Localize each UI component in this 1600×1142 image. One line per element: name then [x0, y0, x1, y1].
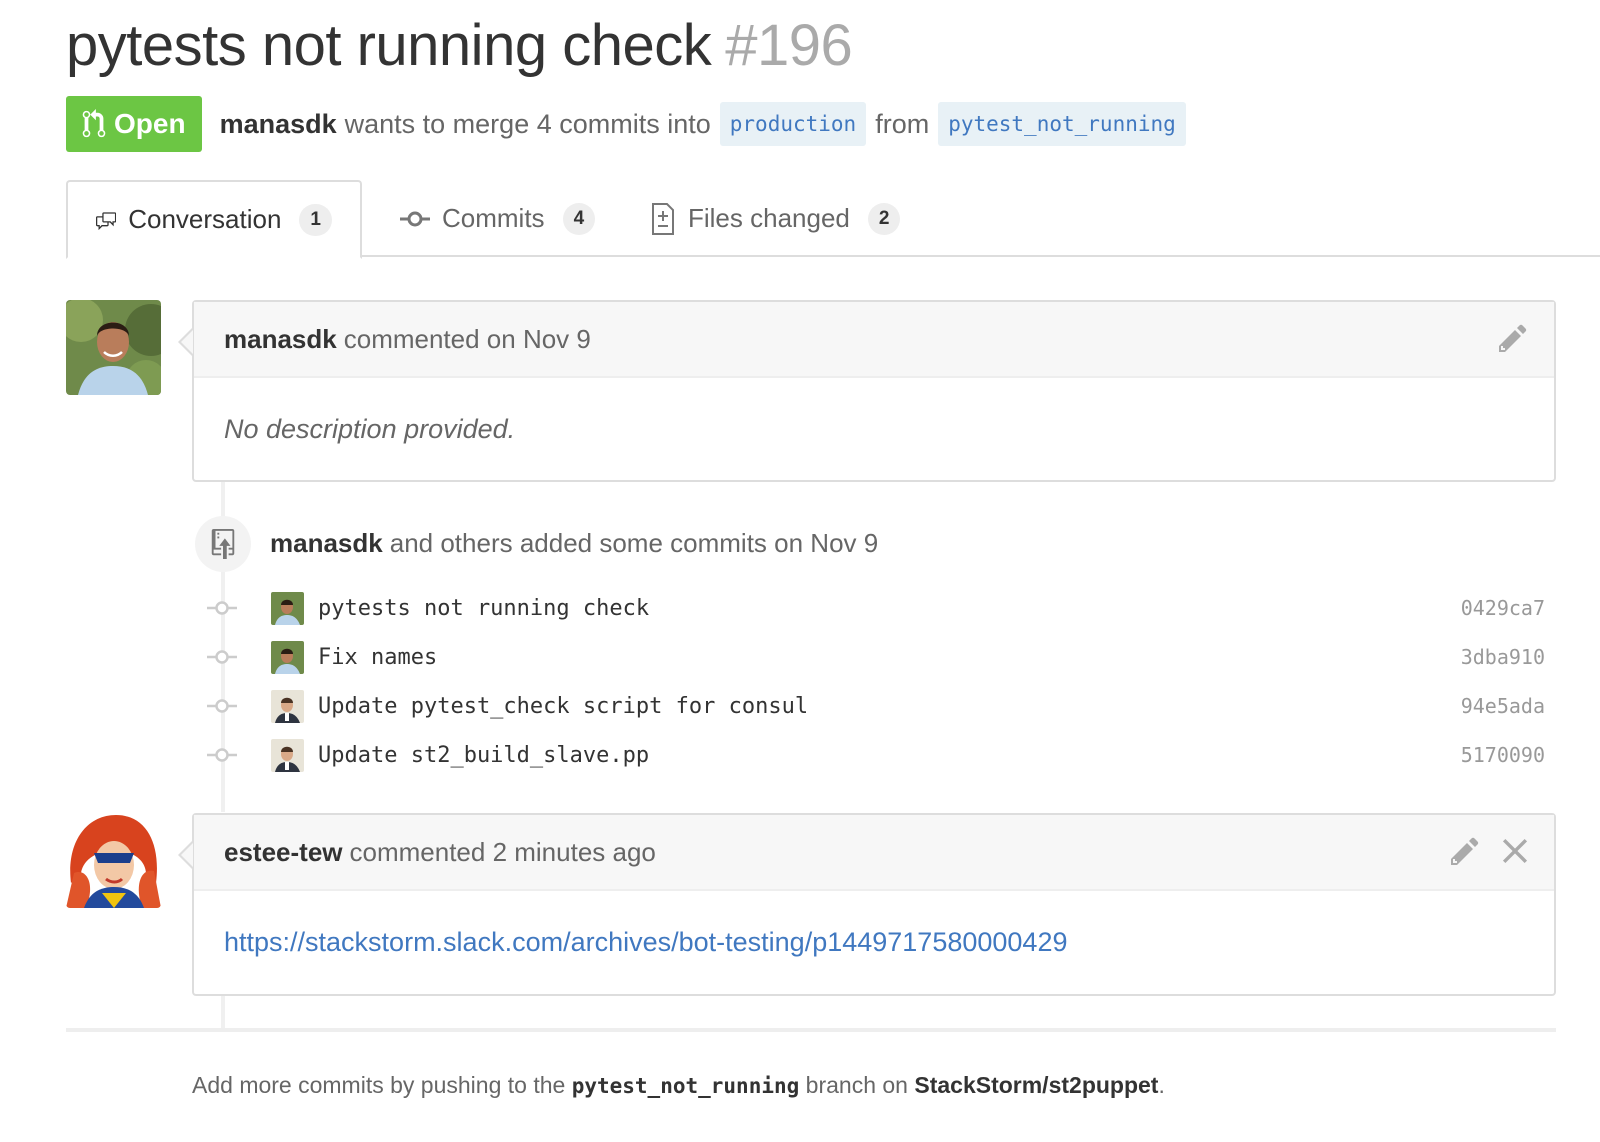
- footer-pre: Add more commits by pushing to the: [192, 1072, 566, 1098]
- comment-2-action[interactable]: commented 2 minutes ago: [350, 837, 656, 868]
- pr-author-link[interactable]: manasdk: [220, 109, 337, 140]
- pr-tabs: Conversation 1 Commits 4 Files changed 2: [66, 180, 1600, 259]
- head-branch[interactable]: pytest_not_running: [938, 102, 1186, 146]
- tab-files-label: Files changed: [688, 203, 850, 233]
- slack-archive-link[interactable]: https://stackstorm.slack.com/archives/bo…: [224, 927, 1067, 958]
- state-label: Open: [114, 108, 186, 139]
- timeline-line-bottom: [221, 996, 225, 1028]
- comment-arrow: [178, 841, 193, 869]
- commit-author-avatar[interactable]: [271, 738, 304, 772]
- commit-message[interactable]: Update st2_build_slave.pp: [318, 743, 649, 768]
- git-commit-icon: [400, 211, 430, 226]
- merge-text: wants to merge 4 commits into: [344, 108, 711, 139]
- footer-repo-link[interactable]: StackStorm/st2puppet: [914, 1072, 1158, 1098]
- comment-2-body: https://stackstorm.slack.com/archives/bo…: [194, 891, 1554, 994]
- comment-2: estee-tew commented 2 minutes ago https:…: [178, 813, 1556, 996]
- commit-sha[interactable]: 0429ca7: [1461, 596, 1545, 620]
- pr-title: pytests not running check #196: [66, 12, 853, 79]
- avatar-image: [271, 640, 304, 674]
- comment-1-body: No description provided.: [224, 413, 516, 444]
- avatar-estee-tew[interactable]: [66, 813, 161, 908]
- commit-author-avatar[interactable]: [271, 689, 304, 723]
- tab-commits-label: Commits: [442, 203, 545, 233]
- commit-dot: [205, 649, 239, 665]
- comment-2-actions: [1450, 835, 1528, 867]
- git-commit-icon: [207, 650, 237, 664]
- comment-discussion-icon: [96, 211, 117, 230]
- from-text: from: [875, 108, 930, 139]
- tab-conversation[interactable]: Conversation 1: [66, 180, 362, 259]
- file-diff-icon: [652, 202, 674, 235]
- pencil-icon[interactable]: [1450, 835, 1480, 867]
- commit-row: Update st2_build_slave.pp 5170090: [205, 735, 1545, 775]
- avatar-image: [66, 813, 161, 908]
- commit-dot: [205, 600, 239, 616]
- comment-1-author[interactable]: manasdk: [224, 324, 337, 355]
- tab-files-changed[interactable]: Files changed 2: [622, 180, 928, 257]
- commit-event-icon: [195, 516, 251, 572]
- avatar-image: [271, 591, 304, 625]
- commit-sha[interactable]: 94e5ada: [1461, 694, 1545, 718]
- commit-sha[interactable]: 5170090: [1461, 743, 1545, 767]
- git-commit-icon: [207, 601, 237, 615]
- git-commit-icon: [207, 748, 237, 762]
- close-icon[interactable]: [1502, 838, 1528, 864]
- commit-message[interactable]: pytests not running check: [318, 596, 649, 621]
- tab-conversation-label: Conversation: [128, 204, 282, 234]
- tab-commits[interactable]: Commits 4: [372, 180, 623, 257]
- commit-row: Update pytest_check script for consul 94…: [205, 686, 1545, 726]
- comment-1-header: manasdk commented on Nov 9: [178, 302, 1554, 378]
- tab-files-count: 2: [867, 202, 901, 235]
- commit-dot: [205, 747, 239, 763]
- push-instructions: Add more commits by pushing to the pytes…: [192, 1072, 1165, 1099]
- tab-conversation-count: 1: [299, 203, 332, 236]
- footer-mid: branch on: [805, 1072, 908, 1098]
- repo-push-icon: [211, 529, 235, 559]
- state-badge: Open: [66, 96, 202, 152]
- pencil-icon[interactable]: [1498, 322, 1528, 354]
- commit-row: pytests not running check 0429ca7: [205, 588, 1545, 628]
- comment-2-header: estee-tew commented 2 minutes ago: [178, 815, 1554, 891]
- avatar-image: [271, 738, 304, 772]
- commit-sha[interactable]: 3dba910: [1461, 645, 1545, 669]
- git-pull-request-icon: [82, 109, 106, 138]
- avatar-image: [66, 300, 161, 395]
- commit-message[interactable]: Update pytest_check script for consul: [318, 694, 808, 719]
- discussion-divider: [66, 1028, 1556, 1032]
- pr-number: #196: [725, 13, 853, 78]
- commit-event-author[interactable]: manasdk: [270, 528, 383, 558]
- base-branch[interactable]: production: [719, 102, 867, 146]
- commit-event-desc: and others added some commits on Nov 9: [389, 528, 879, 558]
- commit-author-avatar[interactable]: [271, 591, 304, 625]
- commit-event-text: manasdk and others added some commits on …: [270, 528, 878, 559]
- commit-author-avatar[interactable]: [271, 640, 304, 674]
- comment-1-actions: [1498, 322, 1528, 354]
- footer-branch: pytest_not_running: [571, 1074, 800, 1098]
- avatar-manasdk[interactable]: [66, 300, 161, 395]
- avatar-image: [271, 689, 304, 723]
- pr-meta: Open manasdk wants to merge 4 commits in…: [66, 96, 1195, 152]
- commit-message[interactable]: Fix names: [318, 645, 437, 670]
- pr-title-text: pytests not running check: [66, 13, 712, 78]
- merge-summary: manasdk wants to merge 4 commits into pr…: [220, 102, 1195, 146]
- commit-dot: [205, 698, 239, 714]
- comment-1-action[interactable]: commented on Nov 9: [344, 324, 591, 355]
- comment-2-author[interactable]: estee-tew: [224, 837, 343, 868]
- comment-1: manasdk commented on Nov 9 No descriptio…: [178, 300, 1556, 482]
- git-commit-icon: [207, 699, 237, 713]
- footer-end: .: [1158, 1072, 1165, 1098]
- tab-commits-count: 4: [562, 202, 596, 235]
- commit-row: Fix names 3dba910: [205, 637, 1545, 677]
- comment-arrow: [178, 328, 193, 356]
